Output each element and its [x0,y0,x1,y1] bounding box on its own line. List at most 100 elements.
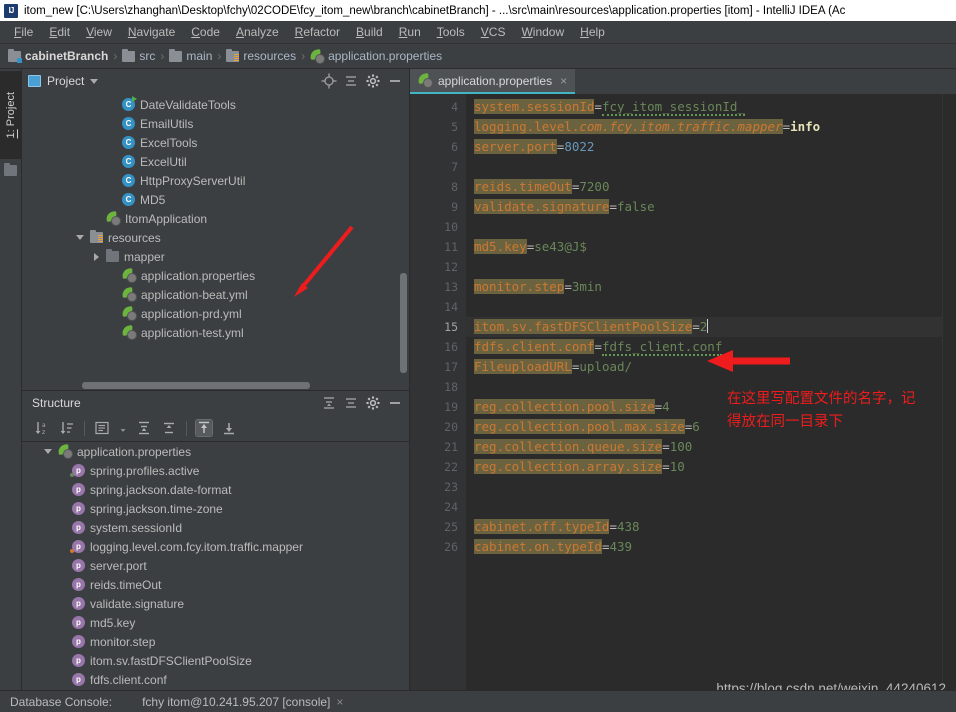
code-line-25[interactable]: cabinet.off.typeId=438 [474,517,942,537]
structure-node-md5-key[interactable]: p md5.key [22,613,409,632]
code-line-5[interactable]: logging.level.com.fcy.itom.traffic.mappe… [474,117,942,137]
settings-gear-icon[interactable] [365,395,381,411]
code-line-16[interactable]: fdfs.client.conf=fdfs_client.conf [474,337,942,357]
database-console-session-tab[interactable]: fchy itom@10.241.95.207 [console] × [122,695,343,709]
menu-item-navigate[interactable]: Navigate [120,22,183,42]
menu-item-window[interactable]: Window [513,22,572,42]
structure-node-system-sessionid[interactable]: p system.sessionId [22,518,409,537]
code-line-17[interactable]: FileuploadURL=upload/ [474,357,942,377]
code-line-13[interactable]: monitor.step=3min [474,277,942,297]
breadcrumb-item-src[interactable]: src [122,48,155,63]
tree-node-datevalidatetools[interactable]: C DateValidateTools [22,95,409,114]
tree-node-mapper[interactable]: mapper [22,247,409,266]
code-line-12[interactable] [474,257,942,277]
menu-item-refactor[interactable]: Refactor [287,22,348,42]
project-tree-hscrollbar[interactable] [82,382,310,389]
code-line-7[interactable] [474,157,942,177]
code-line-11[interactable]: md5.key=se43@J$ [474,237,942,257]
tree-node-resources[interactable]: resources [22,228,409,247]
tree-node-itomapplication[interactable]: ItomApplication [22,209,409,228]
code-line-23[interactable] [474,477,942,497]
chevron-down-icon[interactable] [76,233,85,242]
code-line-15[interactable]: itom.sv.fastDFSClientPoolSize=2 [466,317,942,337]
code-line-21[interactable]: reg.collection.queue.size=100 [474,437,942,457]
chevron-right-icon[interactable] [92,252,101,261]
tree-node-md5[interactable]: C MD5 [22,190,409,209]
structure-tree[interactable]: application.properties p spring.profiles.a… [22,442,409,712]
settings-gear-icon[interactable] [365,73,381,89]
chevron-down-icon[interactable] [90,77,99,86]
collapse-all-icon[interactable] [343,395,359,411]
autoscroll-from-source-icon[interactable] [221,420,237,436]
tool-tab-project[interactable]: 1: Project [0,71,22,159]
structure-node-monitor-step[interactable]: p monitor.step [22,632,409,651]
breadcrumb-item-application-properties[interactable]: application.properties [310,49,442,64]
tree-node-application-properties[interactable]: application.properties [22,266,409,285]
editor-tab-application-properties[interactable]: application.properties × [410,69,576,94]
menu-item-view[interactable]: View [78,22,120,42]
structure-node-reids-timeout[interactable]: p reids.timeOut [22,575,409,594]
code-line-22[interactable]: reg.collection.array.size=10 [474,457,942,477]
structure-node-application-properties[interactable]: application.properties [22,442,409,461]
editor-marker-bar[interactable] [942,94,956,712]
structure-node-itom-sv-fastdfsclientpoolsize[interactable]: p itom.sv.fastDFSClientPoolSize [22,651,409,670]
menu-item-vcs[interactable]: VCS [473,22,514,42]
code-line-24[interactable] [474,497,942,517]
structure-node-fdfs-client-conf[interactable]: p fdfs.client.conf [22,670,409,689]
menu-item-analyze[interactable]: Analyze [228,22,287,42]
hide-tool-window-icon[interactable] [387,73,403,89]
line-number-16: 16 [444,340,458,354]
menu-item-code[interactable]: Code [183,22,228,42]
sort-alphabetically-icon[interactable]: az [34,420,50,436]
sort-by-type-icon[interactable] [59,420,75,436]
structure-node-validate-signature[interactable]: p validate.signature [22,594,409,613]
hide-tool-window-icon[interactable] [387,395,403,411]
locate-icon[interactable] [321,73,337,89]
code-line-4[interactable]: system.sessionId=fcy_itom_sessionId_ [474,97,942,117]
expand-all-icon[interactable] [321,395,337,411]
tree-node-application-prd-yml[interactable]: application-prd.yml [22,304,409,323]
breadcrumb-separator: › [217,49,222,63]
structure-node-spring-jackson-date-format[interactable]: p spring.jackson.date-format [22,480,409,499]
project-tree[interactable]: C DateValidateTools C EmailUtils C ExcelTools… [22,93,409,390]
menu-item-file[interactable]: File [6,22,41,42]
structure-node-logging-level-com-fcy-itom-traffic-mapper[interactable]: p logging.level.com.fcy.itom.traffic.mapp… [22,537,409,556]
close-icon[interactable]: × [560,74,567,88]
autoscroll-to-source-icon[interactable] [195,419,213,437]
project-tree-vscrollbar[interactable] [400,273,407,373]
code-line-10[interactable] [474,217,942,237]
tree-node-emailutils[interactable]: C EmailUtils [22,114,409,133]
group-icon[interactable] [94,420,110,436]
chevron-down-icon[interactable] [44,447,53,456]
structure-node-spring-jackson-time-zone[interactable]: p spring.jackson.time-zone [22,499,409,518]
tree-node-exceltools[interactable]: C ExcelTools [22,133,409,152]
tree-node-excelutil[interactable]: C ExcelUtil [22,152,409,171]
editor-gutter[interactable]: 4 5 6 7 8 9 10 11 12 13 14 15 16 17 18 19 20 21 22 23 24 25 26 [410,94,466,712]
structure-node-spring-profiles-active[interactable]: p spring.profiles.active [22,461,409,480]
breadcrumb-item-resources[interactable]: resources [226,48,296,63]
menu-item-edit[interactable]: Edit [41,22,78,42]
code-line-14[interactable] [474,297,942,317]
collapse-all-icon[interactable] [343,73,359,89]
tree-node-application-test-yml[interactable]: application-test.yml [22,323,409,342]
property-separator: = [594,99,602,114]
spring-properties-icon [122,269,137,283]
code-line-9[interactable]: validate.signature=false [474,197,942,217]
breadcrumb-item-main[interactable]: main [169,48,212,63]
code-line-8[interactable]: reids.timeOut=7200 [474,177,942,197]
expand-all-icon[interactable] [136,420,152,436]
code-line-6[interactable]: server.port=8022 [474,137,942,157]
code-line-26[interactable]: cabinet.on.typeId=439 [474,537,942,557]
menu-item-help[interactable]: Help [572,22,613,42]
breadcrumb-item-cabinetbranch[interactable]: cabinetBranch [8,48,108,63]
tree-node-application-beat-yml[interactable]: application-beat.yml [22,285,409,304]
menu-item-build[interactable]: Build [348,22,391,42]
chevron-down-icon[interactable] [119,420,127,436]
menu-item-tools[interactable]: Tools [429,22,473,42]
collapse-all-icon[interactable] [161,420,177,436]
code-line-20[interactable]: reg.collection.pool.max.size=6 [474,417,942,437]
menu-item-run[interactable]: Run [391,22,429,42]
structure-node-server-port[interactable]: p server.port [22,556,409,575]
tree-node-httpproxyserverutil[interactable]: C HttpProxyServerUtil [22,171,409,190]
close-icon[interactable]: × [336,695,343,709]
